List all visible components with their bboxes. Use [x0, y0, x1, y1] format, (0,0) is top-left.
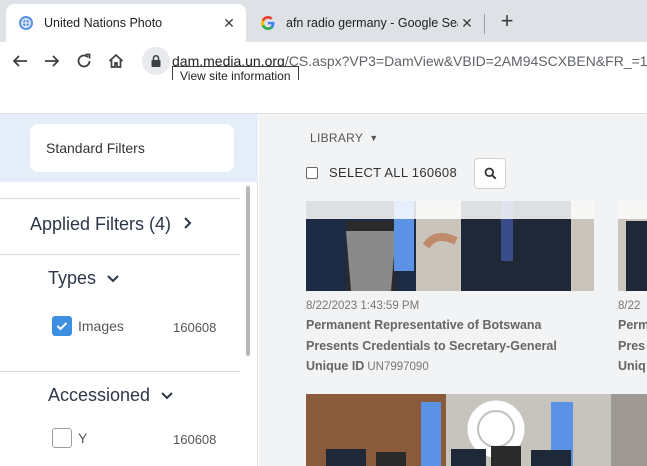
search-icon: [484, 167, 496, 180]
tab-united-nations-photo[interactable]: United Nations Photo ✕: [6, 4, 246, 42]
reload-icon[interactable]: [73, 50, 95, 72]
results-area: LIBRARY ▼ SELECT ALL 160608 8/22/2023 1:…: [259, 114, 647, 466]
standard-filters-button[interactable]: Standard Filters: [30, 124, 234, 172]
back-arrow-icon[interactable]: [9, 50, 31, 72]
chevron-down-icon: [160, 391, 174, 401]
url-path: /CS.aspx?VP3=DamView&VBID=2AM94SCXBEN&FR…: [284, 53, 647, 69]
home-icon[interactable]: [105, 50, 127, 72]
tab-google-search[interactable]: afn radio germany - Google Sear ✕: [248, 4, 484, 42]
photo-title-line: Permanent Representative of Botswana: [306, 318, 542, 332]
photo-thumbnail[interactable]: [618, 201, 647, 291]
forward-arrow-icon[interactable]: [41, 50, 63, 72]
tab-separator: [484, 14, 485, 34]
applied-filters-label: Applied Filters (4): [30, 214, 172, 234]
un-emblem-icon: [18, 15, 34, 31]
chevron-right-icon: [183, 214, 193, 235]
filter-item-y[interactable]: Y: [52, 428, 87, 448]
filter-item-label: Images: [78, 318, 124, 334]
select-all-checkbox[interactable]: [306, 166, 318, 179]
search-button[interactable]: [474, 158, 506, 189]
site-info-lock-icon[interactable]: [142, 47, 170, 75]
select-all-label: SELECT ALL 160608: [329, 165, 457, 180]
types-group-title: Types: [48, 268, 97, 288]
browser-tab-strip: United Nations Photo ✕ afn radio germany…: [0, 0, 647, 42]
select-all[interactable]: SELECT ALL 160608: [306, 165, 457, 180]
photo-date: 8/22: [618, 300, 641, 312]
divider: [0, 254, 240, 255]
accessioned-group-toggle[interactable]: Accessioned: [48, 385, 174, 406]
filter-sidebar: Standard Filters Applied Filters (4) Typ…: [0, 114, 258, 466]
photo-thumbnail[interactable]: [306, 201, 594, 291]
divider: [0, 371, 240, 372]
tab-title: United Nations Photo: [44, 16, 163, 30]
caret-down-icon: ▼: [369, 133, 379, 143]
browser-toolbar: dam.media.un.org/CS.aspx?VP3=DamView&VBI…: [0, 42, 647, 80]
filter-item-count: 160608: [173, 432, 217, 447]
photo-title[interactable]: Permanent Representative of Botswana Pre…: [306, 315, 557, 357]
tab-title: afn radio germany - Google Sear: [286, 16, 458, 30]
filter-item-images[interactable]: Images: [52, 316, 124, 336]
photo-title-line: Perm: [618, 318, 647, 332]
photo-thumbnail[interactable]: [306, 394, 647, 466]
chevron-down-icon: [106, 274, 120, 284]
photo-date: 8/22/2023 1:43:59 PM: [306, 300, 420, 312]
photo-title[interactable]: Perm Pres: [618, 315, 647, 357]
sidebar-scrollbar[interactable]: [246, 186, 250, 356]
filter-item-count: 160608: [173, 320, 217, 335]
close-tab-icon[interactable]: ✕: [458, 14, 476, 32]
photo-title-line: Presents Credentials to Secretary-Genera…: [306, 339, 557, 353]
library-label: LIBRARY: [310, 131, 364, 145]
site-header: [0, 80, 647, 114]
photo-unique-id: Uniq: [618, 359, 646, 373]
library-dropdown[interactable]: LIBRARY ▼: [310, 131, 378, 145]
filter-item-label: Y: [78, 430, 88, 446]
images-checkbox[interactable]: [52, 316, 72, 336]
types-group-toggle[interactable]: Types: [48, 268, 120, 289]
standard-filters-section: Standard Filters: [0, 114, 258, 182]
unique-id-label: Unique ID: [306, 359, 365, 373]
accessioned-group-title: Accessioned: [48, 385, 151, 405]
unique-id-value: UN7997090: [367, 361, 429, 373]
close-tab-icon[interactable]: ✕: [220, 14, 238, 32]
applied-filters-toggle[interactable]: Applied Filters (4): [30, 214, 193, 235]
google-g-icon: [260, 15, 276, 31]
y-checkbox[interactable]: [52, 428, 72, 448]
photo-unique-id: Unique ID UN7997090: [306, 359, 429, 373]
photo-title-line: Pres: [618, 339, 646, 353]
unique-id-label: Uniq: [618, 359, 646, 373]
new-tab-icon[interactable]: +: [497, 10, 517, 32]
divider: [0, 198, 240, 199]
